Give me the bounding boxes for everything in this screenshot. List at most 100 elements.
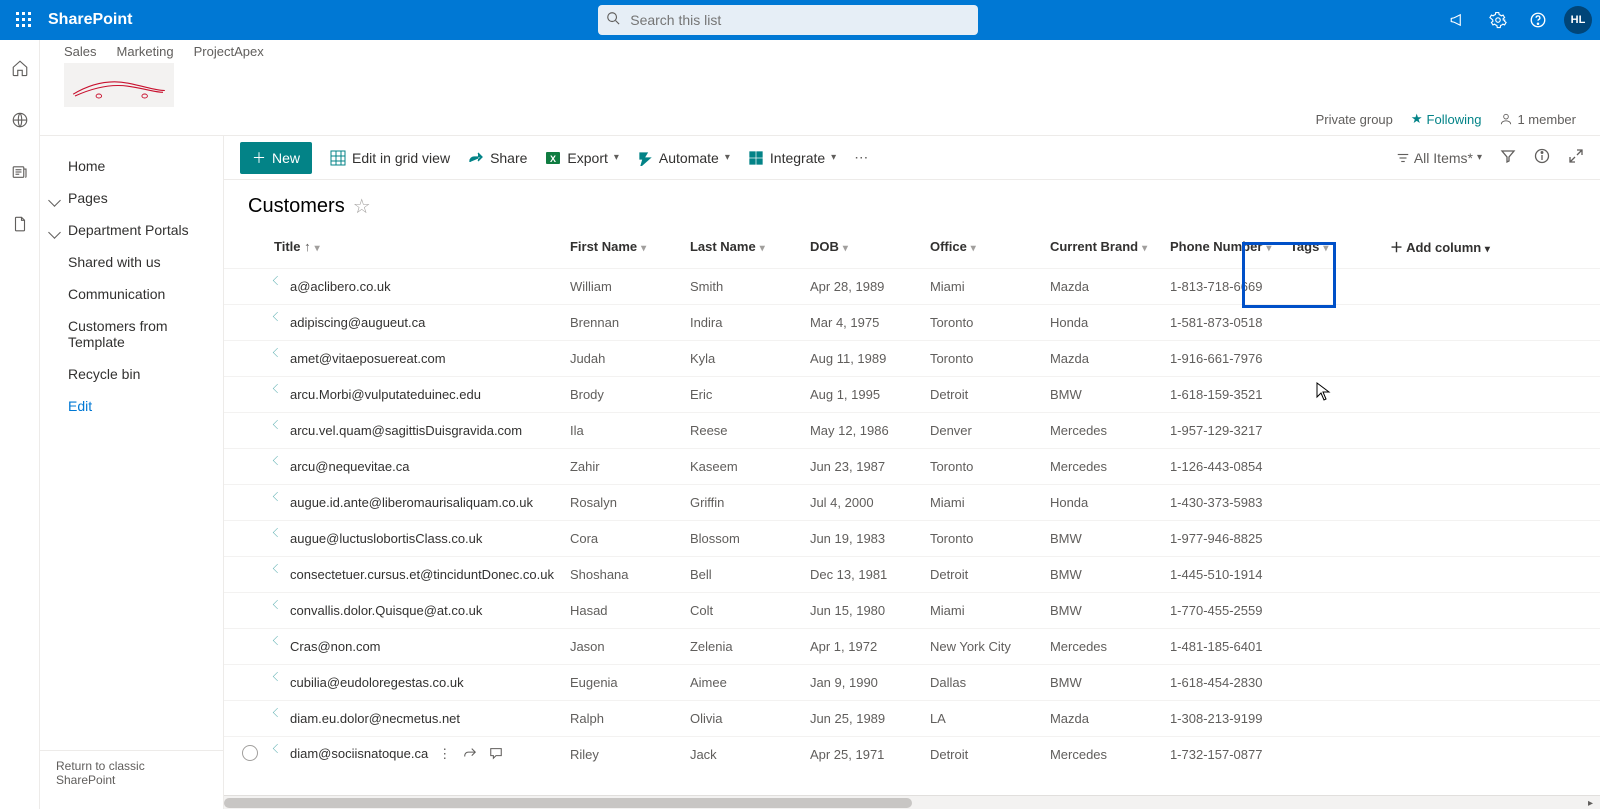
nav-item-customers-from-template[interactable]: Customers from Template <box>40 310 223 358</box>
row-more-icon[interactable]: ⋮ <box>438 746 451 763</box>
cell-first: Rosalyn <box>562 485 682 521</box>
integrate-button[interactable]: Integrate ▾ <box>748 150 836 166</box>
cell-title: cubilia@eudoloregestas.co.uk <box>266 665 562 701</box>
cell-title: diam@sociisnatoque.ca⋮ <box>266 737 562 773</box>
expand-icon[interactable] <box>1568 148 1584 167</box>
row-share-icon[interactable] <box>463 746 477 763</box>
scroll-thumb[interactable] <box>224 798 912 808</box>
command-bar: ＋ New Edit in grid view Share X <box>224 136 1600 180</box>
hub-nav-item[interactable]: Marketing <box>117 44 174 59</box>
table-row[interactable]: amet@vitaeposuereat.comJudahKylaAug 11, … <box>224 341 1600 377</box>
info-icon[interactable] <box>1534 148 1550 167</box>
table-row[interactable]: augue.id.ante@liberomaurisaliquam.co.ukR… <box>224 485 1600 521</box>
cell-last: Jack <box>682 737 802 773</box>
search-box[interactable] <box>598 5 978 35</box>
nav-item-recycle-bin[interactable]: Recycle bin <box>40 358 223 390</box>
table-row[interactable]: consectetuer.cursus.et@tinciduntDonec.co… <box>224 557 1600 593</box>
cell-tags <box>1282 269 1382 305</box>
scroll-arrow-right-icon[interactable]: ▸ <box>1588 798 1598 808</box>
members-link[interactable]: 1 member <box>1499 112 1576 127</box>
column-header-current-brand[interactable]: Current Brand▾ <box>1042 225 1162 269</box>
help-icon[interactable] <box>1524 6 1552 34</box>
edit-grid-button[interactable]: Edit in grid view <box>330 150 450 166</box>
column-header-office[interactable]: Office▾ <box>922 225 1042 269</box>
files-icon[interactable] <box>8 212 32 236</box>
table-row[interactable]: a@aclibero.co.ukWilliamSmithApr 28, 1989… <box>224 269 1600 305</box>
nav-item-home[interactable]: Home <box>40 150 223 182</box>
column-header-first-name[interactable]: First Name▾ <box>562 225 682 269</box>
favorite-star-icon[interactable]: ☆ <box>353 194 371 219</box>
row-comment-icon[interactable] <box>489 746 503 763</box>
nav-item-department-portals[interactable]: Department Portals <box>40 214 223 246</box>
automate-button[interactable]: Automate ▾ <box>637 150 730 166</box>
view-selector[interactable]: All Items* ▾ <box>1396 150 1482 166</box>
more-button[interactable]: ⋯ <box>854 149 868 166</box>
app-name[interactable]: SharePoint <box>48 11 132 29</box>
news-icon[interactable] <box>8 160 32 184</box>
list-title: Customers <box>248 195 345 218</box>
table-row[interactable]: augue@luctuslobortisClass.co.ukCoraBloss… <box>224 521 1600 557</box>
column-header-last-name[interactable]: Last Name▾ <box>682 225 802 269</box>
table-row[interactable]: diam.eu.dolor@necmetus.netRalphOliviaJun… <box>224 701 1600 737</box>
hub-nav-item[interactable]: Sales <box>64 44 97 59</box>
home-icon[interactable] <box>8 56 32 80</box>
cell-title: augue.id.ante@liberomaurisaliquam.co.uk <box>266 485 562 521</box>
column-header-dob[interactable]: DOB▾ <box>802 225 922 269</box>
export-button[interactable]: X Export ▾ <box>545 150 619 166</box>
cell-phone: 1-916-661-7976 <box>1162 341 1282 377</box>
cell-phone: 1-581-873-0518 <box>1162 305 1282 341</box>
nav-item-edit[interactable]: Edit <box>40 390 223 422</box>
nav-item-shared-with-us[interactable]: Shared with us <box>40 246 223 278</box>
cell-dob: Aug 11, 1989 <box>802 341 922 377</box>
cell-tags <box>1282 629 1382 665</box>
cell-title: arcu.Morbi@vulputateduinec.edu <box>266 377 562 413</box>
cell-phone: 1-977-946-8825 <box>1162 521 1282 557</box>
column-header-title[interactable]: Title ↑▾ <box>266 225 562 269</box>
user-avatar[interactable]: HL <box>1564 6 1592 34</box>
filter-icon[interactable] <box>1500 148 1516 167</box>
table-row[interactable]: arcu.Morbi@vulputateduinec.eduBrodyEricA… <box>224 377 1600 413</box>
cell-title: amet@vitaeposuereat.com <box>266 341 562 377</box>
cell-last: Olivia <box>682 701 802 737</box>
site-logo[interactable] <box>64 63 174 107</box>
cell-office: Toronto <box>922 449 1042 485</box>
add-column-button[interactable]: ＋ Add column ▾ <box>1382 225 1600 269</box>
cell-office: Toronto <box>922 521 1042 557</box>
nav-item-pages[interactable]: Pages <box>40 182 223 214</box>
table-row[interactable]: Cras@non.comJasonZeleniaApr 1, 1972New Y… <box>224 629 1600 665</box>
new-button[interactable]: ＋ New <box>240 142 312 174</box>
cell-tags <box>1282 701 1382 737</box>
globe-icon[interactable] <box>8 108 32 132</box>
column-header-phone-number[interactable]: Phone Number▾ <box>1162 225 1282 269</box>
select-all[interactable] <box>224 225 266 269</box>
table-row[interactable]: cubilia@eudoloregestas.co.ukEugeniaAimee… <box>224 665 1600 701</box>
return-classic-link[interactable]: Return to classic SharePoint <box>40 750 223 795</box>
search-input[interactable] <box>628 11 970 29</box>
automate-label: Automate <box>659 150 719 166</box>
table-row[interactable]: adipiscing@augueut.caBrennanIndiraMar 4,… <box>224 305 1600 341</box>
cell-tags <box>1282 557 1382 593</box>
megaphone-icon[interactable] <box>1444 6 1472 34</box>
cell-tags <box>1282 485 1382 521</box>
view-name-label: All Items* <box>1414 150 1473 166</box>
mouse-cursor <box>1316 382 1332 407</box>
cell-title: adipiscing@augueut.ca <box>266 305 562 341</box>
table-row[interactable]: convallis.dolor.Quisque@at.co.ukHasadCol… <box>224 593 1600 629</box>
hub-nav-item[interactable]: ProjectApex <box>194 44 264 59</box>
row-select-icon[interactable] <box>242 745 258 761</box>
cell-first: Hasad <box>562 593 682 629</box>
horizontal-scrollbar[interactable]: ▸ <box>224 795 1600 809</box>
table-row[interactable]: arcu@nequevitae.caZahirKaseemJun 23, 198… <box>224 449 1600 485</box>
cell-office: Miami <box>922 593 1042 629</box>
settings-icon[interactable] <box>1484 6 1512 34</box>
share-label: Share <box>490 150 527 166</box>
table-row[interactable]: arcu.vel.quam@sagittisDuisgravida.comIla… <box>224 413 1600 449</box>
nav-item-communication[interactable]: Communication <box>40 278 223 310</box>
following-toggle[interactable]: ★ Following <box>1411 111 1482 127</box>
table-row[interactable]: diam@sociisnatoque.ca⋮RileyJackApr 25, 1… <box>224 737 1600 773</box>
column-header-tags[interactable]: Tags▾ <box>1282 225 1382 269</box>
share-button[interactable]: Share <box>468 150 527 166</box>
cell-last: Kaseem <box>682 449 802 485</box>
app-launcher-icon[interactable] <box>8 4 40 36</box>
cell-first: Jason <box>562 629 682 665</box>
